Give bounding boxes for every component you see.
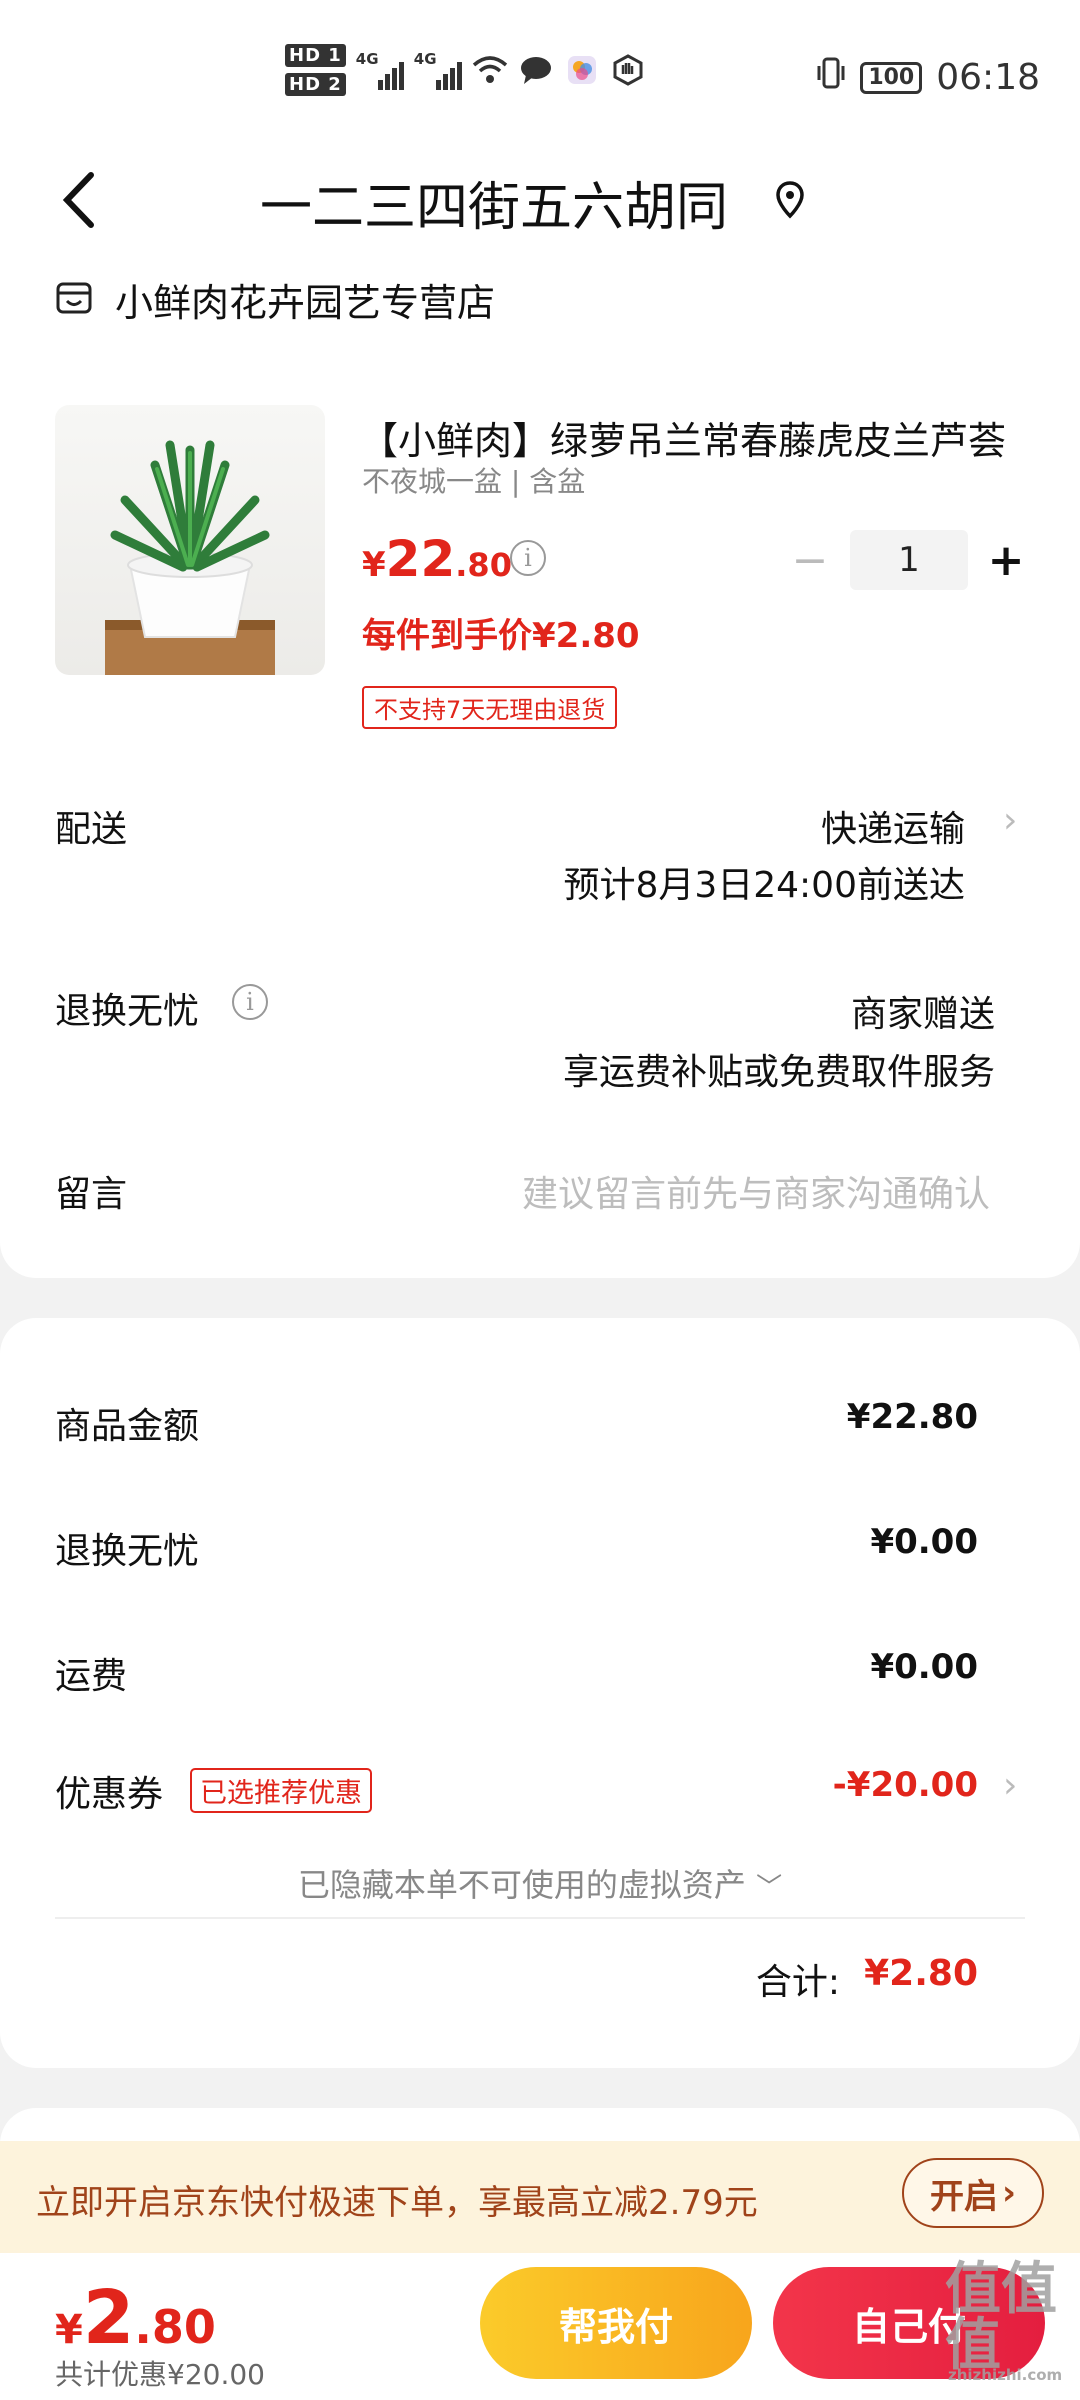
return-service-desc: 享运费补贴或免费取件服务 [562,1052,995,1093]
watermark-logo: 值值值 [945,2257,1057,2378]
hd-indicators: HD 1 HD 2 [285,44,346,96]
help-me-pay-button[interactable]: 帮我付 [480,2267,752,2379]
delivery-eta[interactable]: 预计8月3日24:00前送达 [563,856,965,908]
watermark-url: zhizhizhi.com [948,2366,1063,2384]
product-spec[interactable]: 不夜城一盆 | 含盆 [362,460,585,500]
store-icon [55,279,93,321]
vibrate-icon [816,56,846,99]
quantity-value[interactable]: 1 [850,530,968,590]
status-right: 100 06:18 [816,56,1040,99]
hidden-assets-text: 已隐藏本单不可使用的虚拟资产 [297,1866,746,1904]
shipping-label: 运费 [55,1656,128,1697]
price-decimal: .80 [455,546,512,584]
hd1-badge: HD 1 [285,44,346,67]
promo-text: 立即开启京东快付极速下单，享最高立减2.79元 [36,2183,758,2223]
quantity-stepper: − 1 + [790,530,1026,590]
return-service-label: 退换无忧 [55,991,200,1032]
checkout-price: ¥ 2 .80 [55,2275,216,2361]
status-bar: HD 1 HD 2 4G 4G 100 06:18 [0,0,1080,150]
return-info-icon[interactable]: i [232,984,268,1020]
note-input[interactable]: 建议留言前先与商家沟通确认 [522,1165,990,1217]
product-image[interactable] [55,405,325,675]
return-service-value: 商家赠送 [850,994,995,1035]
price-info-icon[interactable]: i [510,540,546,576]
enable-label: 开启 [929,2176,998,2217]
message-icon [518,52,554,88]
checkout-price-integer: 2 [82,2275,135,2361]
page-title[interactable]: 一二三四街五六胡同 [260,165,728,240]
goods-amount-value: ¥22.80 [846,1397,978,1437]
signal-icon-1: 4G [356,50,404,90]
chevron-down-icon: ﹀ [756,1873,783,1903]
signal-2-label: 4G [413,50,437,68]
status-left: HD 1 HD 2 4G 4G [285,44,646,96]
coupon-tag: 已选推荐优惠 [190,1768,372,1813]
clock: 06:18 [936,57,1040,98]
price-symbol: ¥ [362,545,386,585]
battery-icon: 100 [860,61,923,94]
enable-quickpay-button[interactable]: 开启 › [902,2158,1044,2228]
hd2-badge: HD 2 [285,73,346,96]
note-label: 留言 [55,1174,128,1215]
shop-name: 小鲜肉花卉园艺专营店 [115,281,496,325]
delivery-method[interactable]: 快递运输 [821,800,965,852]
app-icon [564,52,600,88]
back-button[interactable] [55,165,105,235]
wifi-icon [472,52,508,88]
delivery-label: 配送 [55,809,128,850]
divider [55,1917,1025,1919]
goods-amount-label: 商品金额 [55,1406,200,1447]
promo-banner: 立即开启京东快付极速下单，享最高立减2.79元 开启 › [0,2141,1080,2253]
checkout-price-symbol: ¥ [55,2307,83,2353]
return-fee-value: ¥0.00 [870,1522,978,1562]
hand-icon [610,52,646,88]
product-price: ¥ 22 .80 [362,530,512,588]
price-integer: 22 [385,530,456,588]
unit-final-price: 每件到手价¥2.80 [362,616,640,656]
coupon-label: 优惠券 [55,1774,164,1815]
total-value: ¥2.80 [864,1953,978,1994]
location-pin-icon[interactable] [775,180,805,220]
checkout-bar: ¥ 2 .80 共计优惠¥20.00 帮我付 自己付 [0,2253,1080,2400]
product-title[interactable]: 【小鲜肉】绿萝吊兰常春藤虎皮兰芦荟 [360,410,1040,465]
decrease-button[interactable]: − [790,530,830,590]
signal-1-label: 4G [355,50,379,68]
no-return-tag: 不支持7天无理由退货 [362,686,618,729]
chevron-right-icon[interactable]: › [1003,800,1017,841]
chevron-left-icon [62,172,94,228]
total-discount: 共计优惠¥20.00 [55,2358,265,2391]
total-label: 合计: [755,1962,840,2003]
return-fee-label: 退换无忧 [55,1531,200,1572]
chevron-right-icon: › [1001,2173,1016,2213]
coupon-value[interactable]: -¥20.00 [833,1765,978,1805]
hidden-assets-toggle[interactable]: 已隐藏本单不可使用的虚拟资产 ﹀ [0,1860,1080,1906]
shop-row[interactable]: 小鲜肉花卉园艺专营店 [55,272,495,327]
signal-icon-2: 4G [414,50,462,90]
shipping-value: ¥0.00 [870,1647,978,1687]
checkout-price-decimal: .80 [134,2300,216,2354]
increase-button[interactable]: + [986,530,1026,590]
chevron-right-icon[interactable]: › [1003,1765,1017,1806]
